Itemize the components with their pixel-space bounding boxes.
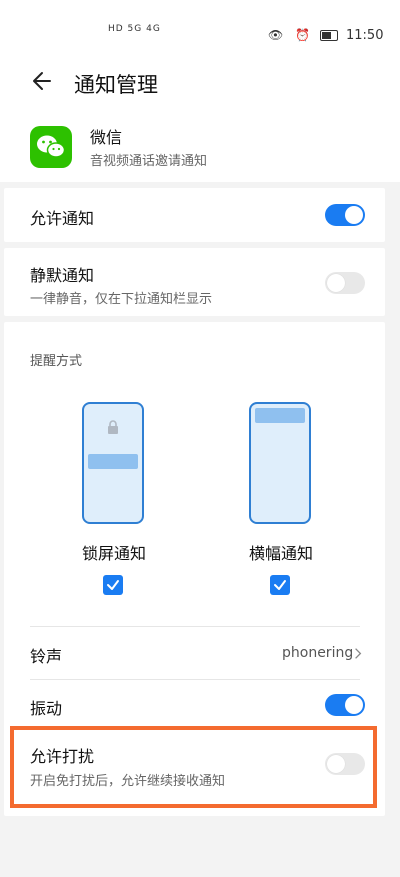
vibration-label: 振动	[30, 699, 63, 718]
silent-notifications-label: 静默通知	[30, 266, 95, 285]
lock-screen-label: 锁屏通知	[82, 544, 147, 563]
app-info: 微信 音视频通话邀请通知	[0, 108, 400, 182]
lock-screen-notification-bar	[88, 454, 138, 469]
allow-disturb-subtitle: 开启免打扰后，允许继续接收通知	[30, 774, 226, 789]
checkmark-icon	[107, 580, 119, 590]
allow-disturb-row[interactable]: 允许打扰 开启免打扰后，允许继续接收通知	[4, 732, 385, 808]
banner-notification-bar	[255, 408, 305, 423]
wechat-icon	[30, 126, 72, 168]
allow-notifications-label: 允许通知	[30, 209, 95, 228]
vibration-toggle[interactable]	[325, 694, 365, 716]
checkmark-icon	[274, 580, 286, 590]
ringtone-value: phonering	[282, 645, 354, 661]
banner-checkbox[interactable]	[270, 575, 290, 595]
network-indicators: HD 5G 4G	[108, 24, 161, 34]
alert-settings-card: 提醒方式 锁屏通知 横幅通知 铃声 phonering 振动 允许打扰 开启免打…	[4, 322, 385, 816]
status-bar: HD 5G 4G 👁 ⏰ 11:50	[0, 0, 400, 60]
silent-notifications-toggle[interactable]	[325, 272, 365, 294]
page-title: 通知管理	[74, 73, 158, 97]
app-description: 音视频通话邀请通知	[90, 154, 208, 169]
allow-notifications-row[interactable]: 允许通知	[4, 188, 385, 242]
status-time: 11:50	[346, 28, 384, 43]
lock-screen-preview[interactable]	[82, 402, 144, 524]
battery-icon	[320, 30, 338, 41]
ringtone-row[interactable]: 铃声 phonering	[4, 627, 385, 679]
chevron-right-icon	[355, 648, 362, 659]
vibration-row[interactable]: 振动	[4, 680, 385, 730]
alert-style-section-label: 提醒方式	[30, 354, 83, 369]
silent-notifications-subtitle: 一律静音，仅在下拉通知栏显示	[30, 292, 213, 307]
wechat-bubbles-icon	[37, 135, 66, 158]
allow-notifications-toggle[interactable]	[325, 204, 365, 226]
banner-preview[interactable]	[249, 402, 311, 524]
allow-disturb-toggle[interactable]	[325, 753, 365, 775]
back-arrow-icon[interactable]	[30, 68, 56, 94]
ringtone-label: 铃声	[30, 647, 63, 666]
lock-icon	[108, 420, 118, 434]
banner-label: 横幅通知	[249, 544, 314, 563]
status-icons: 👁 ⏰	[268, 28, 314, 42]
silent-notifications-row[interactable]: 静默通知 一律静音，仅在下拉通知栏显示	[4, 248, 385, 316]
lock-screen-checkbox[interactable]	[103, 575, 123, 595]
page-header: 通知管理	[0, 60, 400, 108]
allow-disturb-label: 允许打扰	[30, 747, 95, 766]
app-name: 微信	[90, 128, 123, 147]
